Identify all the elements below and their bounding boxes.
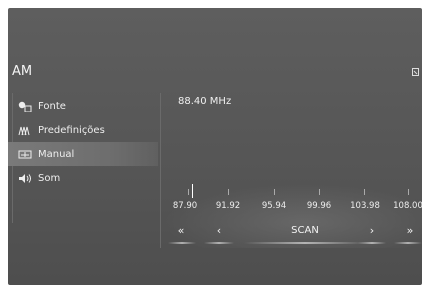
tuner-glow <box>161 184 422 248</box>
scale-label: 91.92 <box>215 201 241 211</box>
sidebar-item-fonte[interactable]: Fonte <box>8 94 158 118</box>
sidebar-item-label: Predefinições <box>38 124 105 136</box>
scan-underline <box>244 242 366 244</box>
source-icon <box>18 101 32 112</box>
manual-icon <box>18 150 32 158</box>
step-down-button[interactable]: ‹ <box>217 224 221 237</box>
scale-tick <box>228 189 229 195</box>
scale-label: 99.96 <box>306 201 332 211</box>
sidebar-item-label: Manual <box>38 148 75 160</box>
sidebar-item-label: Som <box>38 172 61 184</box>
scale-label: 87.90 <box>172 201 198 211</box>
sidebar-item-manual[interactable]: Manual <box>8 142 158 166</box>
scale-label: 103.98 <box>350 201 380 211</box>
seek-up-button[interactable]: » <box>407 224 414 237</box>
scale-label: 95.94 <box>261 201 287 211</box>
scale-tick <box>408 189 409 195</box>
sidebar-item-predefinicoes[interactable]: Predefinições <box>8 118 158 142</box>
status-icon <box>412 68 419 76</box>
frequency-readout: 88.40 MHz <box>178 96 232 107</box>
source-title: AM <box>12 64 33 79</box>
step-down-underline <box>204 242 234 244</box>
presets-icon <box>18 126 30 135</box>
sidebar-item-som[interactable]: Som <box>8 166 158 190</box>
sidebar-menu: Fonte Predefinições Manual Som <box>8 94 158 190</box>
scale-tick <box>274 189 275 195</box>
seek-down-button[interactable]: « <box>178 224 185 237</box>
step-up-underline <box>358 242 386 244</box>
speaker-icon <box>19 173 31 183</box>
scale-tick <box>319 189 320 195</box>
scale-tick <box>364 189 365 195</box>
tuning-marker[interactable] <box>192 184 193 198</box>
step-up-button[interactable]: › <box>370 224 374 237</box>
radio-screen: AM Fonte Predefinições Manual Som 88.40 … <box>8 8 422 285</box>
seek-up-underline <box>394 242 422 244</box>
seek-down-underline <box>168 242 196 244</box>
scale-tick <box>188 189 189 195</box>
scale-label: 108.00 <box>393 201 422 211</box>
scan-button[interactable]: SCAN <box>291 225 319 236</box>
sidebar-item-label: Fonte <box>38 100 66 112</box>
